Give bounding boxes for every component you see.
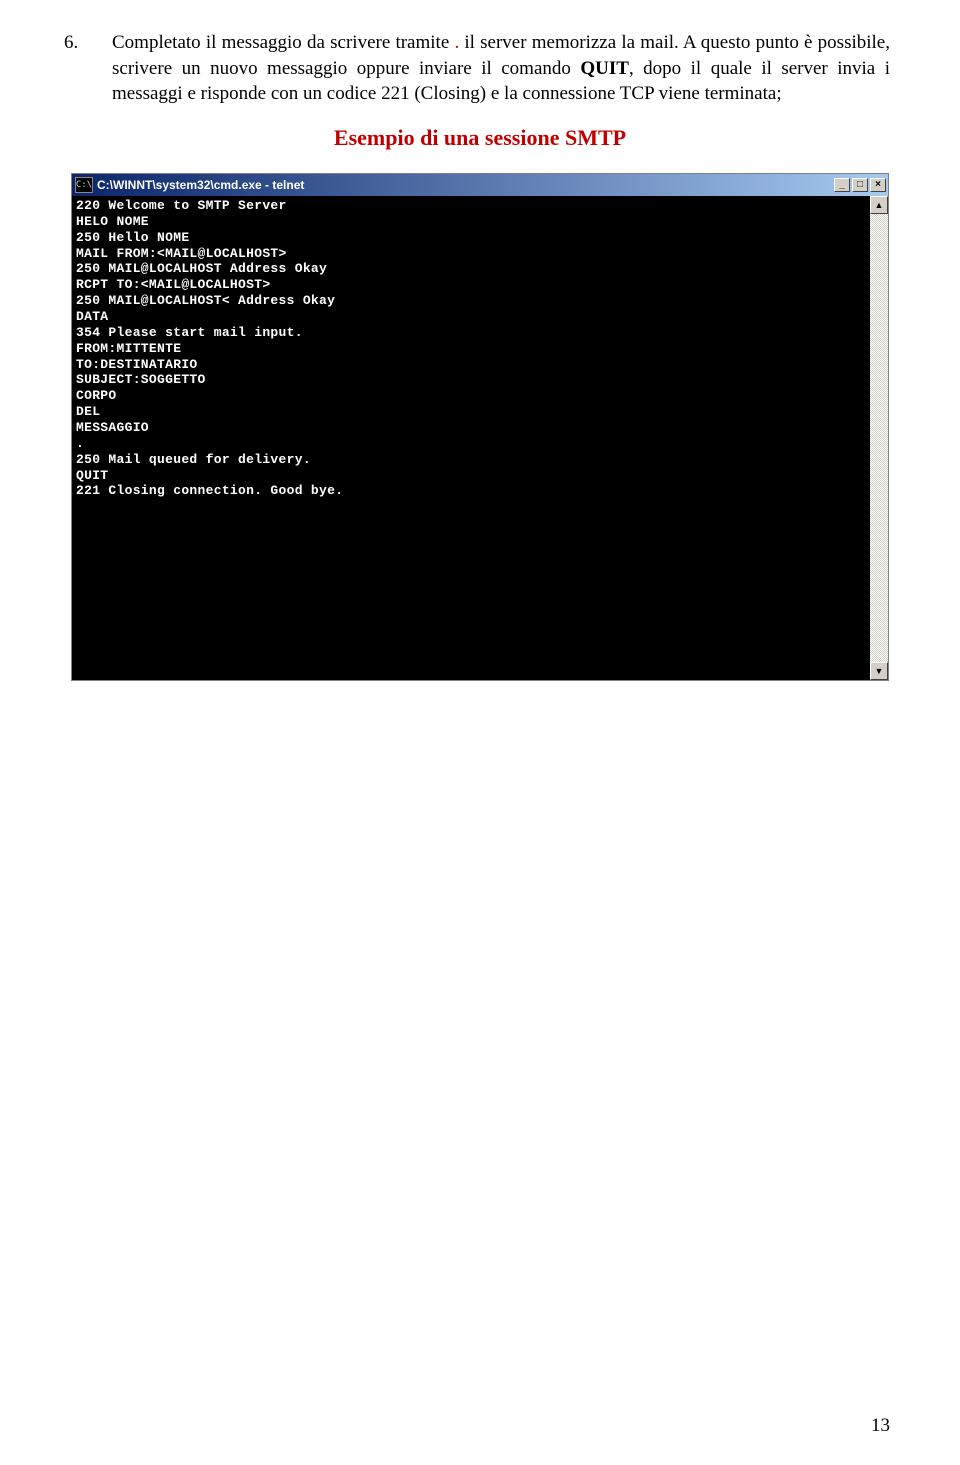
scroll-track[interactable] <box>870 214 888 662</box>
scroll-up-button[interactable]: ▲ <box>870 196 888 214</box>
scrollbar[interactable]: ▲ ▼ <box>870 196 888 680</box>
list-item-6: 6.Completato il messaggio da scrivere tr… <box>70 30 890 107</box>
maximize-button[interactable]: □ <box>852 178 868 192</box>
cmd-icon-text: C:\ <box>76 180 92 190</box>
document-page: 6.Completato il messaggio da scrivere tr… <box>0 0 960 1465</box>
para-bold-quit: QUIT <box>580 58 629 79</box>
para-part-1: Completato il messaggio da scrivere tram… <box>112 32 454 53</box>
list-number: 6. <box>88 30 112 56</box>
terminal-body-wrap: 220 Welcome to SMTP Server HELO NOME 250… <box>72 196 888 680</box>
example-heading: Esempio di una sessione SMTP <box>70 125 890 151</box>
terminal-window: C:\ C:\WINNT\system32\cmd.exe - telnet _… <box>71 173 889 681</box>
scroll-down-button[interactable]: ▼ <box>870 662 888 680</box>
window-titlebar: C:\ C:\WINNT\system32\cmd.exe - telnet _… <box>72 174 888 196</box>
window-title: C:\WINNT\system32\cmd.exe - telnet <box>97 178 834 192</box>
page-number: 13 <box>871 1415 890 1437</box>
close-button[interactable]: × <box>870 178 886 192</box>
terminal-output[interactable]: 220 Welcome to SMTP Server HELO NOME 250… <box>72 196 870 680</box>
window-buttons: _ □ × <box>834 178 886 192</box>
cmd-icon: C:\ <box>75 177 93 193</box>
minimize-button[interactable]: _ <box>834 178 850 192</box>
